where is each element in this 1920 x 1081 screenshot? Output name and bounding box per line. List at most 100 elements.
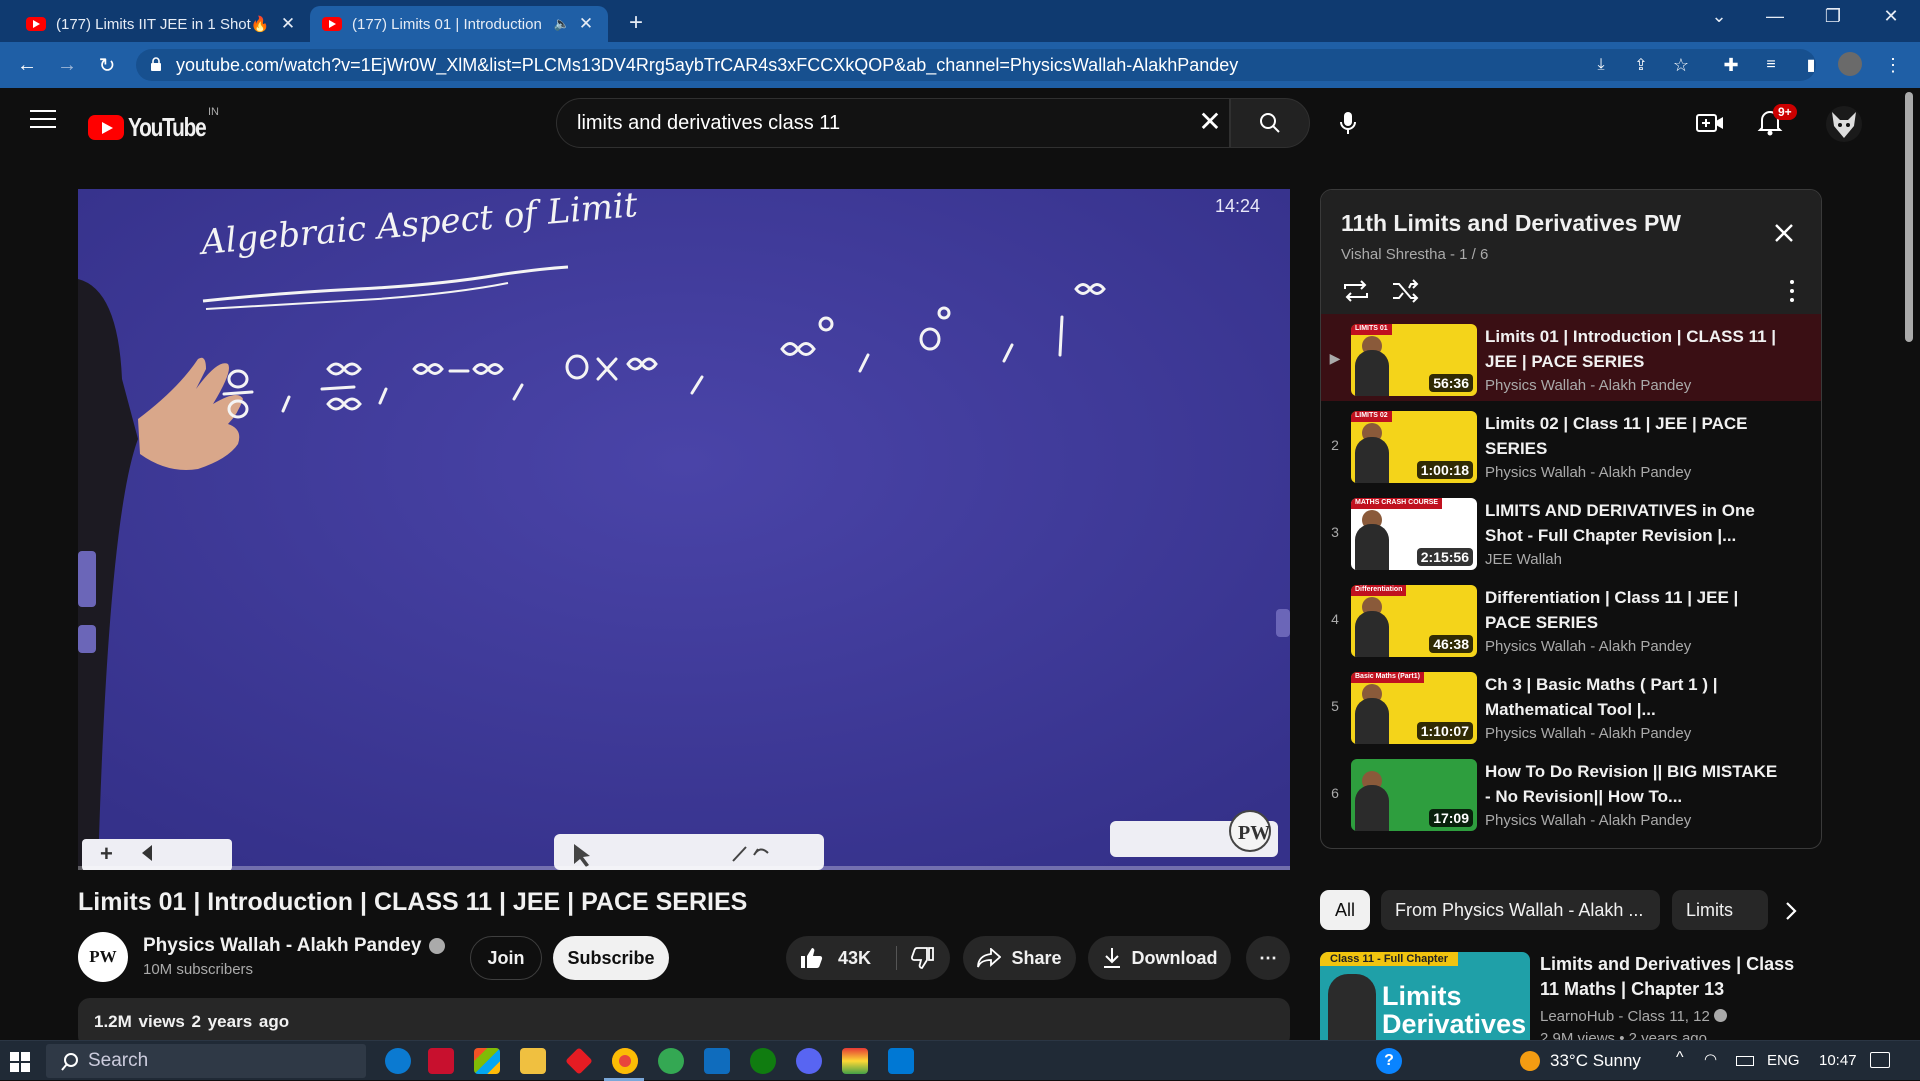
search-button[interactable]: [1230, 98, 1310, 148]
extensions-icon[interactable]: ✚: [1718, 52, 1744, 78]
playlist-item[interactable]: 2 LIMITS 02 1:00:18 Limits 02 | Class 11 | …: [1321, 401, 1821, 488]
verified-icon: [1714, 1009, 1727, 1022]
chip-from-channel[interactable]: From Physics Wallah - Alakh ...: [1381, 890, 1660, 930]
svg-text:PW: PW: [1238, 822, 1270, 844]
file-explorer-icon[interactable]: [520, 1048, 546, 1074]
playlist-thumbnail[interactable]: LIMITS 01 56:36: [1351, 324, 1477, 396]
vscode-icon[interactable]: [888, 1048, 914, 1074]
playlist-item-title: How To Do Revision || BIG MISTAKE - No R…: [1485, 762, 1778, 806]
shuffle-icon[interactable]: [1391, 278, 1421, 304]
chrome-icon[interactable]: [612, 1048, 638, 1074]
more-actions-button[interactable]: ⋯: [1246, 936, 1290, 980]
page-scrollbar[interactable]: [1905, 92, 1913, 342]
channel-avatar[interactable]: PW: [78, 932, 128, 982]
minimize-icon[interactable]: —: [1755, 6, 1795, 27]
playlist-item-title: Differentiation | Class 11 | JEE | PACE …: [1485, 588, 1739, 632]
close-tab-icon[interactable]: ✕: [576, 14, 596, 34]
playlist-item-channel: Physics Wallah - Alakh Pandey: [1485, 725, 1692, 742]
playlist-thumbnail[interactable]: 17:09: [1351, 759, 1477, 831]
vivaldi-icon[interactable]: [428, 1048, 454, 1074]
windows-start-icon[interactable]: [10, 1052, 30, 1072]
chrome-menu-icon[interactable]: ⋮: [1880, 52, 1906, 78]
like-button[interactable]: 43K: [786, 936, 950, 980]
close-playlist-icon[interactable]: [1769, 218, 1799, 248]
speaker-icon[interactable]: 🔈: [554, 16, 570, 32]
share-page-icon[interactable]: ⇪: [1628, 52, 1654, 78]
channel-name[interactable]: Physics Wallah - Alakh Pandey: [143, 935, 446, 957]
back-icon[interactable]: ←: [14, 52, 40, 78]
bookmark-star-icon[interactable]: ☆: [1668, 52, 1694, 78]
taskbar-search[interactable]: Search: [46, 1044, 366, 1078]
clock[interactable]: 10:47: [1819, 1052, 1857, 1069]
new-tab-button[interactable]: +: [622, 9, 650, 37]
playlist-item[interactable]: 6 17:09 How To Do Revision || BIG MISTAKE …: [1321, 749, 1821, 836]
video-player[interactable]: + PW Algebraic Aspect of Limit 14:24: [78, 189, 1290, 870]
address-bar[interactable]: youtube.com/watch?v=1EjWr0W_XlM&list=PLC…: [136, 49, 1816, 81]
video-progress-bar[interactable]: [78, 866, 1290, 870]
download-button[interactable]: Download: [1088, 936, 1231, 980]
account-avatar[interactable]: [1826, 106, 1862, 142]
svg-text:+: +: [100, 841, 113, 866]
share-button[interactable]: Share: [963, 936, 1076, 980]
restore-icon[interactable]: ❐: [1813, 6, 1853, 27]
tray-chevron-icon[interactable]: ^: [1676, 1049, 1684, 1067]
chip-label: Limits: [1686, 899, 1734, 920]
playlist-item[interactable]: ▶ LIMITS 01 56:36 Limits 01 | Introduction …: [1321, 314, 1821, 401]
playlist-index: ▶: [1329, 350, 1341, 366]
search-input[interactable]: limits and derivatives class 11: [556, 98, 1230, 148]
media-control-icon[interactable]: ≡: [1758, 52, 1784, 78]
video-duration: 2:15:56: [1416, 548, 1473, 566]
create-video-button[interactable]: [1696, 112, 1724, 134]
notifications-button[interactable]: 9+: [1757, 104, 1797, 136]
recommended-video[interactable]: Class 11 - Full Chapter Limits Derivative…: [1320, 952, 1822, 1044]
close-tab-icon[interactable]: ✕: [278, 14, 298, 34]
notification-center-icon[interactable]: [1870, 1052, 1890, 1068]
playlist-thumbnail[interactable]: MATHS CRASH COURSE 2:15:56: [1351, 498, 1477, 570]
chevron-right-icon[interactable]: [1776, 896, 1806, 926]
loop-icon[interactable]: [1341, 278, 1371, 304]
browser-tab-2[interactable]: (177) Limits 01 | Introduction 🔈 ✕: [310, 6, 608, 42]
app-diamond-icon[interactable]: [565, 1047, 593, 1075]
wifi-icon[interactable]: ◠: [1704, 1050, 1717, 1068]
app-blue-icon[interactable]: [704, 1048, 730, 1074]
playlist-thumbnail[interactable]: Basic Maths (Part1) 1:10:07: [1351, 672, 1477, 744]
clear-search-icon[interactable]: ✕: [1195, 107, 1225, 137]
subscribe-button[interactable]: Subscribe: [553, 936, 669, 980]
reload-icon[interactable]: ↻: [94, 52, 120, 78]
recommended-thumbnail[interactable]: Class 11 - Full Chapter Limits Derivative…: [1320, 952, 1530, 1044]
chip-all[interactable]: All: [1320, 890, 1370, 930]
thumbs-down-icon[interactable]: [910, 947, 934, 969]
xbox-icon[interactable]: [750, 1048, 776, 1074]
forward-icon[interactable]: →: [54, 52, 80, 78]
voice-search-button[interactable]: [1325, 100, 1371, 146]
playlist-thumbnail[interactable]: LIMITS 02 1:00:18: [1351, 411, 1477, 483]
playlist-item[interactable]: 5 Basic Maths (Part1) 1:10:07 Ch 3 | Basic …: [1321, 662, 1821, 749]
language-indicator[interactable]: ENG: [1767, 1052, 1800, 1069]
youtube-logo[interactable]: YouTube IN: [88, 106, 225, 143]
join-label: Join: [487, 947, 525, 968]
battery-icon[interactable]: [1736, 1056, 1754, 1066]
playlist-item-title: Limits 02 | Class 11 | JEE | PACE SERIES: [1485, 414, 1748, 458]
playlist-item[interactable]: 4 Differentiation 46:38 Differentiation | C…: [1321, 575, 1821, 662]
chip-limits[interactable]: Limits: [1672, 890, 1768, 930]
discord-icon[interactable]: [796, 1048, 822, 1074]
close-window-icon[interactable]: ✕: [1871, 6, 1911, 27]
playlist-title[interactable]: 11th Limits and Derivatives PW: [1341, 210, 1681, 237]
playlist-thumbnail[interactable]: Differentiation 46:38: [1351, 585, 1477, 657]
playlist-item[interactable]: 3 MATHS CRASH COURSE 2:15:56 LIMITS AND DER…: [1321, 488, 1821, 575]
side-panel-icon[interactable]: ▮: [1798, 52, 1824, 78]
join-button[interactable]: Join: [470, 936, 542, 980]
stack-app-icon[interactable]: [842, 1048, 868, 1074]
tab-search-chevron-icon[interactable]: ⌄: [1699, 6, 1739, 27]
thumb-tag: LIMITS 02: [1351, 411, 1392, 422]
store-icon[interactable]: [474, 1048, 500, 1074]
help-icon[interactable]: ?: [1376, 1048, 1402, 1074]
edge-icon[interactable]: [385, 1048, 411, 1074]
install-icon[interactable]: ⤓: [1588, 52, 1614, 78]
chrome-profile-icon[interactable]: [658, 1048, 684, 1074]
sun-weather-icon[interactable]: [1520, 1051, 1540, 1071]
browser-tab-1[interactable]: (177) Limits IIT JEE in 1 Shot🔥 W ✕: [14, 6, 310, 42]
profile-avatar[interactable]: [1838, 52, 1862, 76]
playlist-menu-icon[interactable]: [1789, 280, 1795, 304]
hamburger-menu-icon[interactable]: [30, 110, 56, 130]
